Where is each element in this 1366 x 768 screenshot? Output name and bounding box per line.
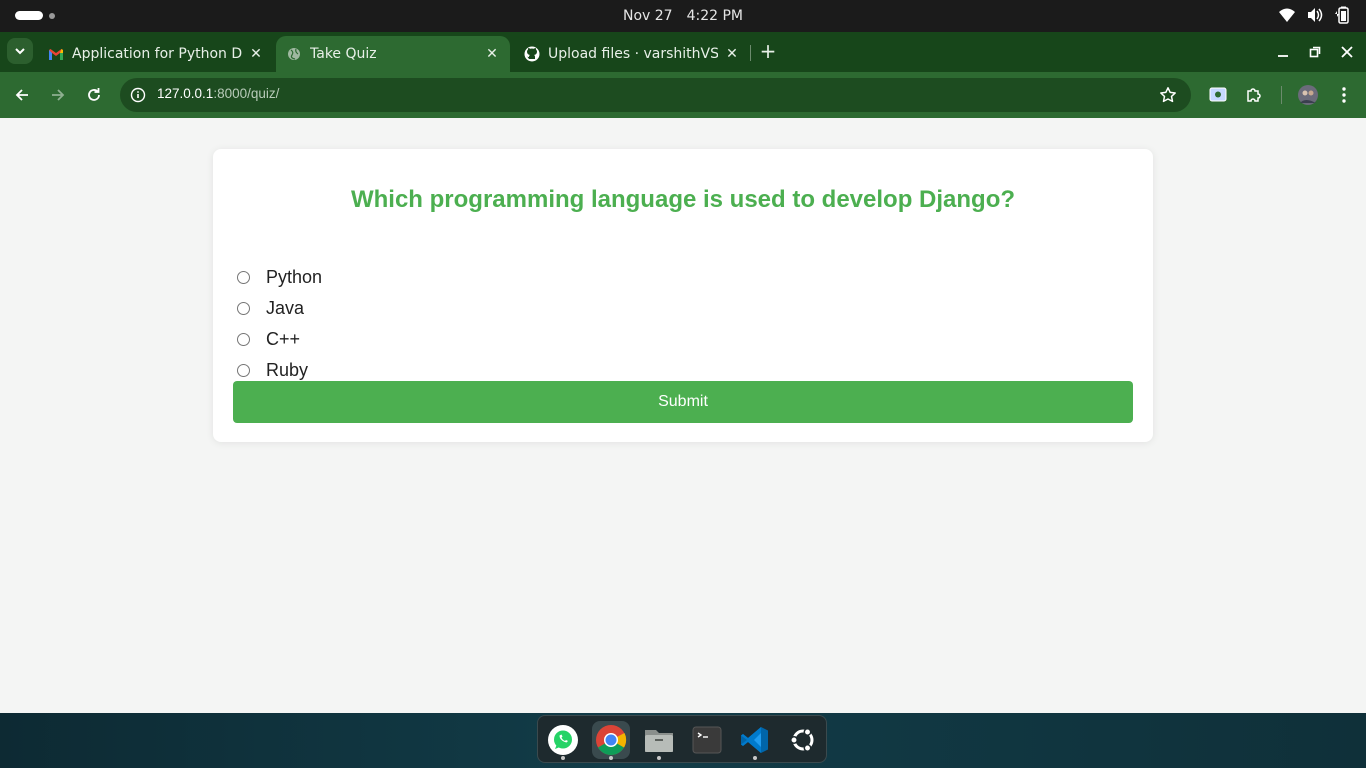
radio-button[interactable] (237, 301, 250, 315)
back-button[interactable] (10, 83, 34, 107)
chrome-icon (596, 725, 627, 755)
tab-github[interactable]: Upload files · varshithVS/ ✕ (514, 36, 750, 72)
tab-label: Take Quiz (310, 46, 377, 62)
system-tray[interactable] (1278, 6, 1352, 24)
minimize-icon (1278, 55, 1288, 57)
terminal-icon (692, 726, 722, 754)
dock-whatsapp[interactable] (544, 721, 582, 759)
radio-button[interactable] (237, 363, 250, 377)
url-host: 127.0.0.1 (157, 86, 214, 101)
dock-chrome[interactable] (592, 721, 630, 759)
url-path: :8000/quiz/ (213, 86, 280, 101)
volume-icon (1308, 8, 1323, 22)
site-info-icon[interactable] (130, 87, 146, 103)
extensions-button[interactable] (1243, 84, 1265, 106)
quiz-question: Which programming language is used to de… (350, 186, 1016, 213)
page-content: Which programming language is used to de… (0, 118, 1366, 713)
close-icon (1341, 46, 1353, 58)
option-python[interactable]: Python (237, 265, 322, 289)
globe-icon (286, 46, 302, 62)
toolbar-divider (1281, 86, 1282, 104)
arrow-left-icon (15, 89, 28, 101)
chevron-down-icon (15, 48, 25, 55)
chrome-menu-button[interactable] (1333, 84, 1355, 106)
vscode-icon (741, 727, 768, 753)
forward-button[interactable] (46, 83, 70, 107)
battery-icon (1335, 6, 1349, 24)
option-label: Ruby (266, 359, 309, 380)
browser-toolbar: 127.0.0.1:8000/quiz/ (0, 72, 1366, 118)
radio-button[interactable] (237, 270, 250, 284)
radio-button[interactable] (237, 332, 250, 346)
reload-button[interactable] (82, 83, 106, 107)
url-text[interactable]: 127.0.0.1:8000/quiz/ (157, 86, 279, 101)
option-label: Python (266, 266, 323, 287)
screencast-icon (1209, 87, 1227, 102)
close-window-button[interactable] (1336, 41, 1358, 63)
quiz-card: Which programming language is used to de… (213, 149, 1153, 442)
clock-date: Nov 27 (622, 8, 673, 24)
clock[interactable]: Nov 27 4:22 PM (0, 0, 1366, 32)
dock-show-apps[interactable] (784, 721, 822, 759)
minimize-button[interactable] (1272, 41, 1294, 63)
new-tab-button[interactable]: + (757, 41, 779, 63)
running-indicator (753, 756, 757, 760)
files-icon (645, 730, 673, 752)
option-label: Java (266, 297, 305, 318)
reload-icon (88, 88, 100, 101)
tab-label: Application for Python D (72, 46, 242, 62)
dock-terminal[interactable] (688, 721, 726, 759)
bookmark-star-icon[interactable] (1159, 86, 1177, 104)
close-icon[interactable]: ✕ (248, 46, 264, 62)
close-icon[interactable]: ✕ (724, 46, 740, 62)
tab-label: Upload files · varshithVS/ (548, 46, 718, 62)
screen-capture-button[interactable] (1207, 84, 1229, 106)
github-icon (524, 46, 540, 62)
puzzle-piece-icon (1247, 88, 1261, 102)
avatar-icon (1298, 85, 1318, 105)
profile-avatar[interactable] (1297, 84, 1319, 106)
arrow-right-icon (52, 89, 65, 101)
tab-search-button[interactable] (7, 38, 33, 64)
running-indicator (561, 756, 565, 760)
dock-vscode[interactable] (736, 721, 774, 759)
clock-time: 4:22 PM (686, 8, 743, 24)
gmail-icon (48, 46, 64, 62)
dock-files[interactable] (640, 721, 678, 759)
running-indicator (657, 756, 661, 760)
tab-separator (750, 45, 751, 61)
option-cpp[interactable]: C++ (237, 327, 300, 351)
restore-icon (1309, 46, 1321, 58)
option-java[interactable]: Java (237, 296, 304, 320)
restore-button[interactable] (1304, 41, 1326, 63)
tab-strip: Application for Python D ✕ Take Quiz ✕ U… (0, 32, 1366, 72)
wifi-icon (1279, 8, 1295, 22)
address-bar[interactable]: 127.0.0.1:8000/quiz/ (120, 78, 1191, 112)
whatsapp-icon (548, 725, 578, 755)
tab-take-quiz[interactable]: Take Quiz ✕ (276, 36, 510, 72)
running-indicator (609, 756, 613, 760)
option-label: C++ (266, 328, 301, 349)
plus-icon: + (759, 39, 777, 63)
close-icon[interactable]: ✕ (484, 46, 500, 62)
more-vert-icon (1342, 87, 1346, 103)
ubuntu-icon (790, 728, 814, 752)
submit-button[interactable]: Submit (233, 381, 1133, 423)
system-top-bar: Nov 27 4:22 PM (0, 0, 1366, 32)
dock (537, 715, 827, 763)
tab-gmail[interactable]: Application for Python D ✕ (38, 36, 274, 72)
option-ruby[interactable]: Ruby (237, 358, 308, 382)
